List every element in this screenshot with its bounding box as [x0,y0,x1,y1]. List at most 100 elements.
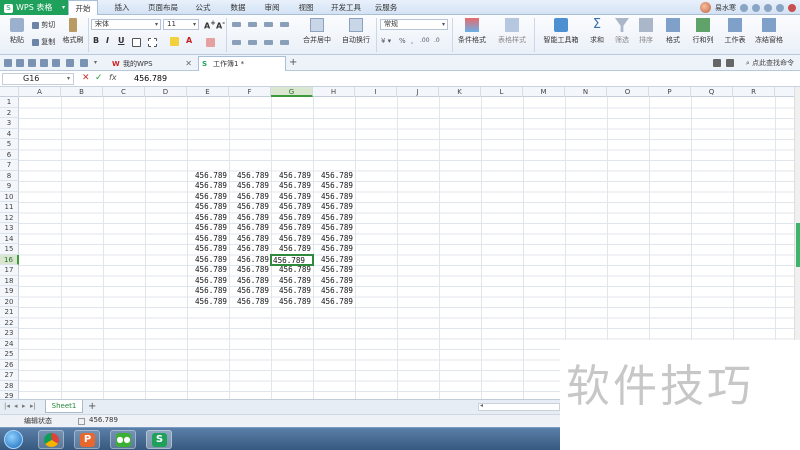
cell[interactable]: 456.789 [313,213,355,224]
menu-tab[interactable]: 视图 [292,0,320,15]
cell[interactable]: 456.789 [271,202,313,213]
confirm-icon[interactable]: ✓ [95,73,103,83]
print-icon[interactable] [40,59,48,67]
cell[interactable]: 456.789 [229,192,271,203]
cell[interactable]: 456.789 [187,192,229,203]
row-header[interactable]: 8 [0,170,19,181]
paste-button[interactable]: 粘贴 [2,18,32,45]
row-header[interactable]: 13 [0,223,19,234]
tab-workbook[interactable]: S 工作簿1 * [198,56,286,71]
skin-icon[interactable] [752,3,760,12]
row-header[interactable]: 21 [0,307,19,318]
column-header[interactable]: F [229,87,271,97]
grow-font-icon[interactable]: A+ [204,19,216,31]
wps-spreadsheet-task[interactable]: S [146,430,172,449]
row-header[interactable]: 6 [0,149,19,160]
cell[interactable]: 456.789 [229,223,271,234]
function-icon[interactable]: fx [109,73,117,82]
column-header[interactable]: H [313,87,355,97]
cell[interactable]: 456.789 [313,255,355,266]
cancel-icon[interactable]: ✕ [82,73,90,83]
chevron-down-icon[interactable]: ▾ [94,59,102,67]
italic-button[interactable]: I [106,36,109,45]
cell[interactable]: 456.789 [229,181,271,192]
cell[interactable]: 456.789 [229,234,271,245]
border-icon[interactable] [132,38,141,47]
cell[interactable]: 456.789 [187,181,229,192]
new-tab-button[interactable]: + [289,57,297,69]
wrap-text-button[interactable]: 自动换行 [338,18,374,45]
menu-tab[interactable]: 数据 [224,0,252,15]
filter-button[interactable]: 筛选 [610,18,634,45]
row-header[interactable]: 22 [0,317,19,328]
cell[interactable]: 456.789 [271,265,313,276]
cell[interactable]: 456.789 [313,244,355,255]
cut-button[interactable]: 剪切 [32,20,55,30]
avatar[interactable] [700,2,711,13]
row-header[interactable]: 12 [0,212,19,223]
first-sheet-icon[interactable]: |◂ [4,402,10,410]
cell[interactable]: 456.789 [229,255,271,266]
scroll-left-icon[interactable]: ◂ [480,402,483,409]
row-header[interactable]: 9 [0,181,19,192]
message-icon[interactable] [713,59,721,67]
underline-button[interactable]: U [118,36,125,45]
row-header[interactable]: 26 [0,359,19,370]
cell[interactable]: 456.789 [313,297,355,308]
cell[interactable]: 456.789 [187,213,229,224]
cell[interactable]: 456.789 [187,244,229,255]
row-header[interactable]: 3 [0,118,19,129]
row-header[interactable]: 24 [0,338,19,349]
cell[interactable]: 456.789 [229,213,271,224]
row-header[interactable]: 5 [0,139,19,150]
align-middle-icon[interactable] [248,20,257,28]
font-size-select[interactable]: 11 ▾ [163,19,199,30]
name-box[interactable]: G16 ▾ [2,73,74,85]
start-button[interactable] [4,430,23,449]
menu-tab[interactable]: 云服务 [368,0,404,15]
percent-icon[interactable]: % [399,37,406,45]
align-right-icon[interactable] [264,38,273,46]
close-icon[interactable] [788,3,796,12]
column-header[interactable]: O [607,87,649,97]
cell[interactable]: 456.789 [313,171,355,182]
sheet-tab-sheet1[interactable]: Sheet1 [45,400,83,413]
fill-color-icon[interactable] [170,37,179,46]
cell[interactable]: 456.789 [313,276,355,287]
row-header[interactable]: 28 [0,380,19,391]
row-header[interactable]: 23 [0,328,19,339]
row-header[interactable]: 29 [0,391,19,399]
user-name[interactable]: 易水寒 [715,3,736,13]
row-header[interactable]: 17 [0,265,19,276]
menu-tab[interactable]: 开始 [68,0,98,16]
horizontal-scrollbar[interactable]: ◂ [478,402,560,411]
freeze-panes-button[interactable]: 冻结窗格 [752,18,786,45]
sort-button[interactable]: 排序 [634,18,658,45]
number-format-select[interactable]: 常规 ▾ [380,19,448,30]
cell[interactable]: 456.789 [229,171,271,182]
cell[interactable]: 456.789 [187,265,229,276]
currency-icon[interactable]: ¥ ▾ [381,37,391,45]
cell[interactable]: 456.789 [187,286,229,297]
redo-icon[interactable] [80,59,88,67]
row-header[interactable]: 10 [0,191,19,202]
clear-icon[interactable] [206,38,215,47]
cell[interactable]: 456.789 [229,265,271,276]
cell[interactable]: 456.789 [229,244,271,255]
cell[interactable]: 456.789 [229,286,271,297]
cell[interactable]: 456.789 [187,171,229,182]
print-preview-icon[interactable] [52,59,60,67]
sum-button[interactable]: Σ 求和 [584,18,610,45]
wps-presentation-task[interactable]: P [74,430,100,449]
row-header[interactable]: 14 [0,233,19,244]
column-header[interactable]: R [733,87,775,97]
command-search[interactable]: ⌕ 点此查找命令 [746,58,794,68]
cell[interactable]: 456.789 [271,181,313,192]
align-bottom-icon[interactable] [264,20,273,28]
cell[interactable]: 456.789 [271,213,313,224]
row-header[interactable]: 18 [0,275,19,286]
column-header[interactable]: B [61,87,103,97]
column-header[interactable]: C [103,87,145,97]
wechat-task[interactable]: ●● [110,430,136,449]
last-sheet-icon[interactable]: ▸| [30,402,36,410]
